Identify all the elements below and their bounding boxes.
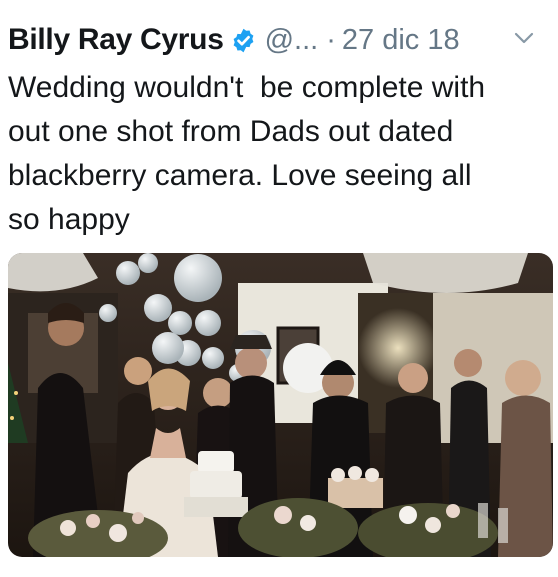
tweet-text: Wedding wouldn't be complete with out on… (8, 71, 486, 236)
author-handle[interactable]: @... (265, 24, 319, 57)
separator-dot: · (326, 23, 336, 56)
wedding-photo-image (8, 253, 553, 557)
chevron-down-icon[interactable] (513, 30, 535, 46)
author-name[interactable]: Billy Ray Cyrus (8, 23, 224, 57)
wedding-photo[interactable] (8, 253, 553, 557)
tweet-date[interactable]: 27 dic 18 (342, 24, 460, 57)
verified-badge-icon (233, 28, 253, 52)
tweet-header: Billy Ray Cyrus @... · 27 dic 18 (8, 20, 553, 60)
tweet-card: Billy Ray Cyrus @... · 27 dic 18 Wedding… (0, 0, 558, 577)
